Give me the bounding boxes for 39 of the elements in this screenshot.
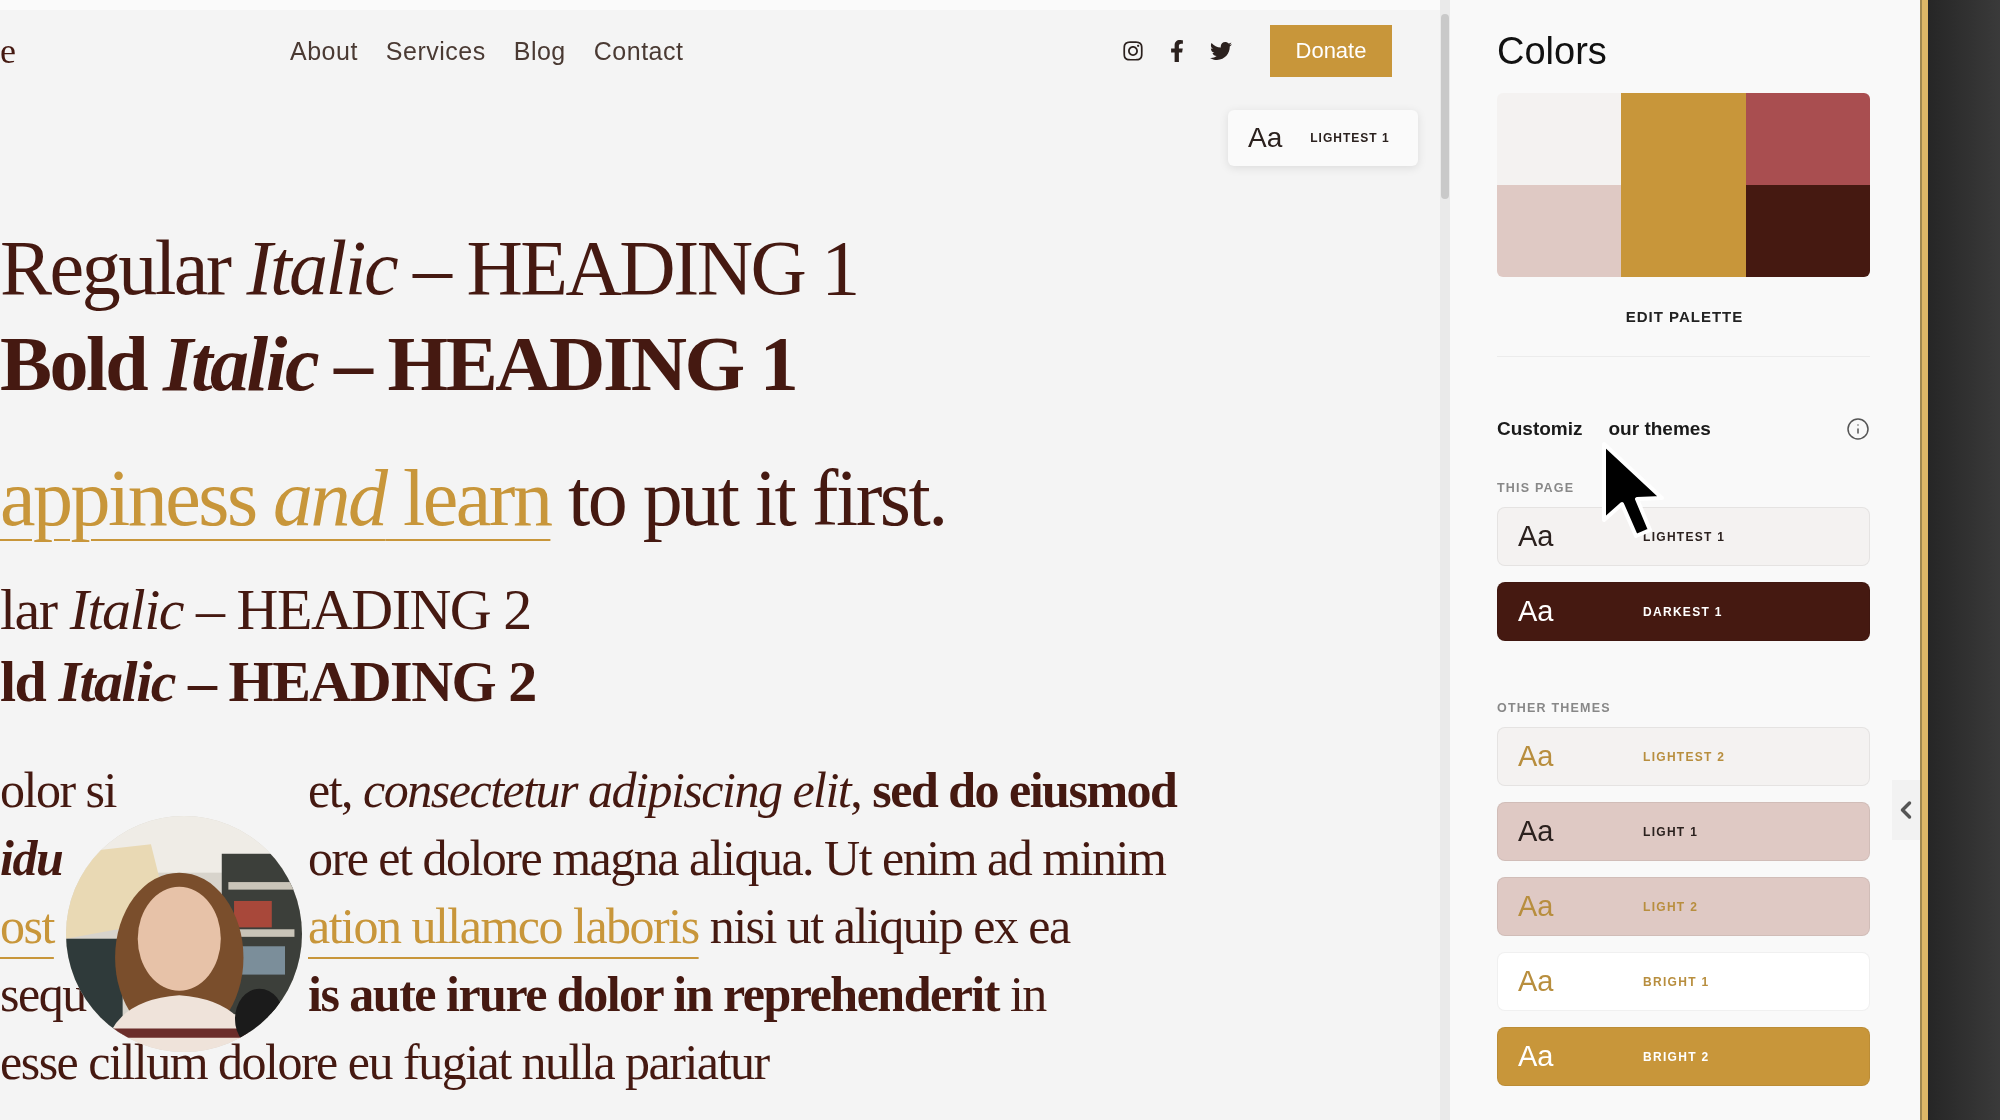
color-swatch[interactable]	[1745, 185, 1870, 277]
theme-sample: Aa	[1248, 122, 1283, 154]
theme-card[interactable]: Aa DARKEST 1	[1497, 582, 1870, 641]
body-text: ore et dolore magna aliqua. Ut enim ad minim	[308, 829, 1166, 888]
body-text: idu	[0, 829, 63, 888]
body-text: esse cillum dolore eu fugiat nulla pariatur	[0, 1033, 769, 1092]
edit-palette-button[interactable]: EDIT PALETTE	[1619, 307, 1750, 326]
theme-label: LIGHTEST 1	[1310, 131, 1390, 145]
section-title: Customiz	[1497, 418, 1583, 440]
section-title: our themes	[1608, 418, 1711, 440]
site-logo[interactable]: e	[0, 30, 290, 72]
twitter-icon[interactable]	[1210, 40, 1232, 62]
color-swatch[interactable]	[1497, 93, 1622, 185]
color-swatch[interactable]	[1745, 93, 1870, 185]
panel-title: Colors	[1497, 30, 1608, 73]
color-swatch[interactable]	[1497, 185, 1622, 277]
theme-card[interactable]: Aa LIGHTEST 1	[1497, 507, 1870, 566]
color-palette[interactable]	[1497, 93, 1870, 277]
heading-text: Regular Italic – HEADING 1	[0, 223, 858, 313]
scrollbar-thumb[interactable]	[1441, 14, 1449, 199]
section-label: OTHER THEMES	[1497, 701, 1612, 715]
color-swatch[interactable]	[1621, 93, 1746, 277]
body-text: nisi ut aliquip ex ea	[708, 897, 1070, 956]
heading-text: ld Italic – HEADING 2	[0, 648, 536, 716]
nav-link[interactable]: Contact	[593, 36, 684, 66]
nav-link[interactable]: Blog	[513, 36, 566, 66]
theme-card[interactable]: Aa LIGHT 1	[1497, 802, 1870, 861]
collapse-button[interactable]	[1892, 780, 1920, 840]
theme-badge[interactable]: Aa LIGHTEST 1	[1228, 110, 1418, 166]
heading-text: lar Italic – HEADING 2	[0, 576, 531, 644]
heading-text: Bold Italic – HEADING 1	[0, 319, 797, 409]
body-text: et, consectetur adipiscing elit, sed do eiusmod	[308, 761, 1177, 820]
info-icon[interactable]	[1846, 417, 1870, 441]
section-label: THIS PAGE	[1497, 481, 1576, 495]
nav-link[interactable]: About	[290, 36, 358, 66]
body-text: olor si	[0, 761, 116, 820]
instagram-icon[interactable]	[1122, 40, 1144, 62]
nav-link[interactable]: Services	[385, 36, 486, 66]
body-text: to put it first.	[566, 453, 946, 544]
